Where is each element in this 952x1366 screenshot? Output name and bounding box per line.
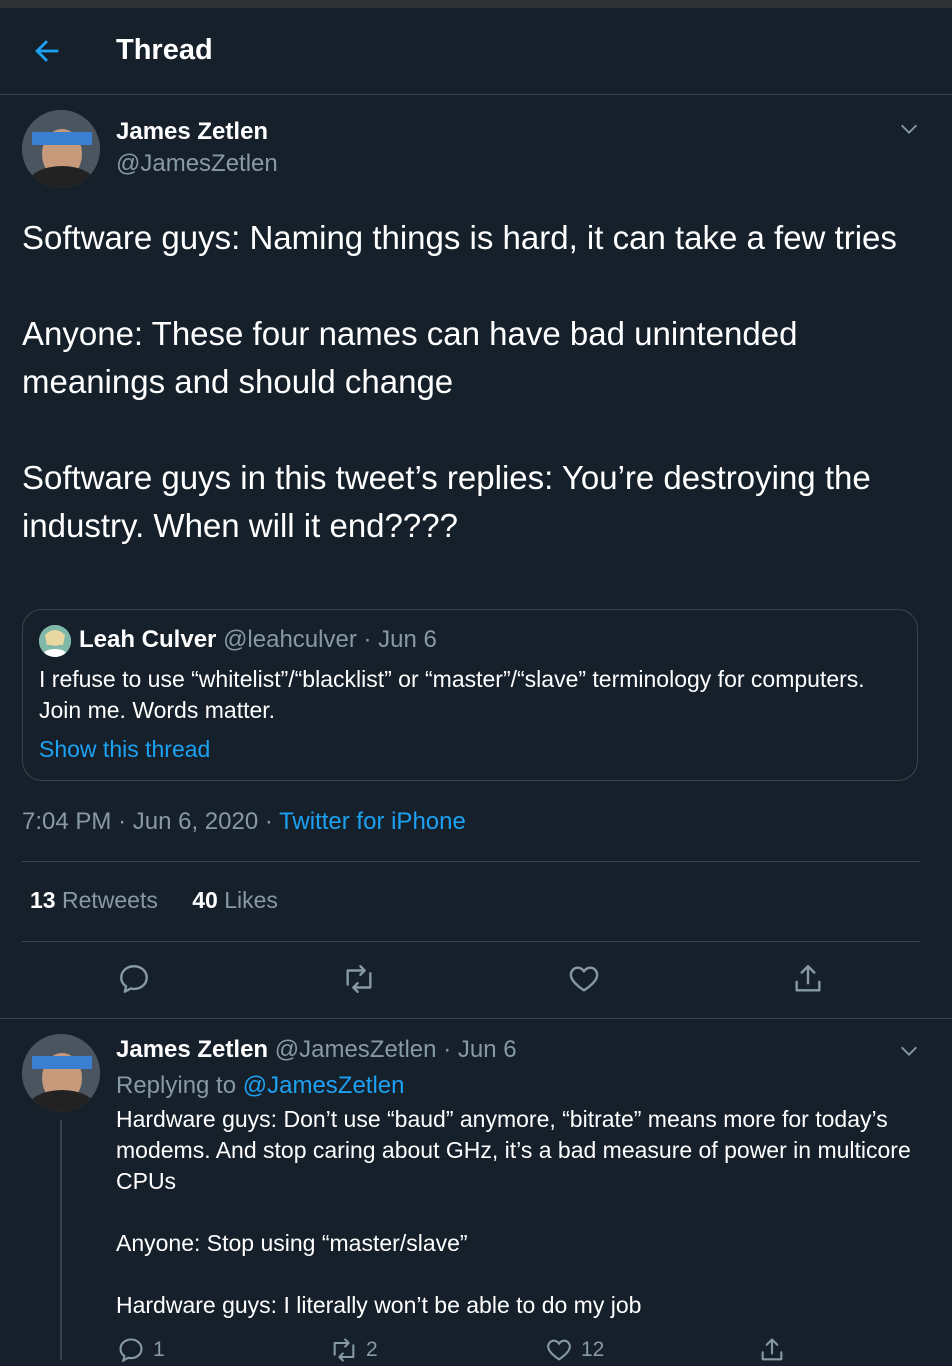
thread-header: Thread [0,8,952,95]
retweets-count: 13 [30,887,56,913]
reply-likes-count: 12 [581,1338,605,1361]
reply-separator: · [443,1036,452,1063]
tweet-stats: 13 Retweets 40 Likes [30,887,278,914]
thread-connector-line [60,1120,62,1360]
quote-author-name: Leah Culver [79,626,217,653]
quote-author-handle: @leahculver [223,626,357,653]
reply-header: James Zetlen @JamesZetlen · Jun 6 [116,1036,517,1064]
reply-replies-count: 1 [153,1338,165,1361]
replying-label: Replying to [116,1072,237,1099]
retweets-stat[interactable]: 13 Retweets [30,887,158,913]
quote-date: Jun 6 [378,626,437,653]
like-icon[interactable] [567,962,601,996]
replying-to: Replying to @JamesZetlen [116,1072,405,1100]
meta-separator: · [118,808,127,835]
reply-replies-button[interactable]: 1 [117,1336,165,1366]
reply-retweets-button[interactable]: 2 [330,1336,378,1366]
chevron-down-icon[interactable] [898,118,920,140]
avatar[interactable] [22,1034,100,1112]
reply-author-handle[interactable]: @JamesZetlen [275,1036,437,1063]
share-icon[interactable] [791,962,825,996]
author-name[interactable]: James Zetlen [116,118,268,146]
divider [22,861,920,862]
quote-header: Leah Culver @leahculver · Jun 6 [79,626,437,654]
window-top-strip [0,0,952,8]
back-arrow-icon[interactable] [30,34,64,68]
tweet-text: Software guys: Naming things is hard, it… [22,219,897,544]
avatar[interactable] [22,110,100,188]
quoted-tweet[interactable]: Leah Culver @leahculver · Jun 6 I refuse… [22,609,918,781]
likes-stat[interactable]: 40 Likes [192,887,278,913]
page-title: Thread [116,34,213,66]
reply-retweets-count: 2 [366,1338,378,1361]
tweet-date[interactable]: Jun 6, 2020 [133,808,258,835]
reply-date[interactable]: Jun 6 [458,1036,517,1063]
show-thread-link[interactable]: Show this thread [39,736,210,763]
author-handle[interactable]: @JamesZetlen [116,150,278,178]
reply-icon[interactable] [117,962,151,996]
tweet-source[interactable]: Twitter for iPhone [279,808,466,835]
divider [0,1018,952,1019]
reply-likes-button[interactable]: 12 [545,1336,604,1366]
reply-author-name[interactable]: James Zetlen [116,1036,268,1063]
likes-count: 40 [192,887,218,913]
quote-avatar [39,625,71,657]
retweets-label: Retweets [61,887,158,913]
tweet-time: 7:04 PM [22,808,112,835]
meta-separator: · [264,808,273,835]
retweet-icon[interactable] [342,962,376,996]
chevron-down-icon[interactable] [898,1040,920,1062]
quote-separator: · [363,626,372,653]
reply-share-button[interactable] [758,1336,786,1366]
likes-label: Likes [224,887,278,913]
divider [22,941,920,942]
reply-text: Hardware guys: Don’t use “baud” anymore,… [116,1106,911,1318]
quote-text: I refuse to use “whitelist”/“blacklist” … [39,666,865,723]
replying-handle[interactable]: @JamesZetlen [243,1072,405,1099]
tweet-meta: 7:04 PM · Jun 6, 2020 · Twitter for iPho… [22,808,466,836]
